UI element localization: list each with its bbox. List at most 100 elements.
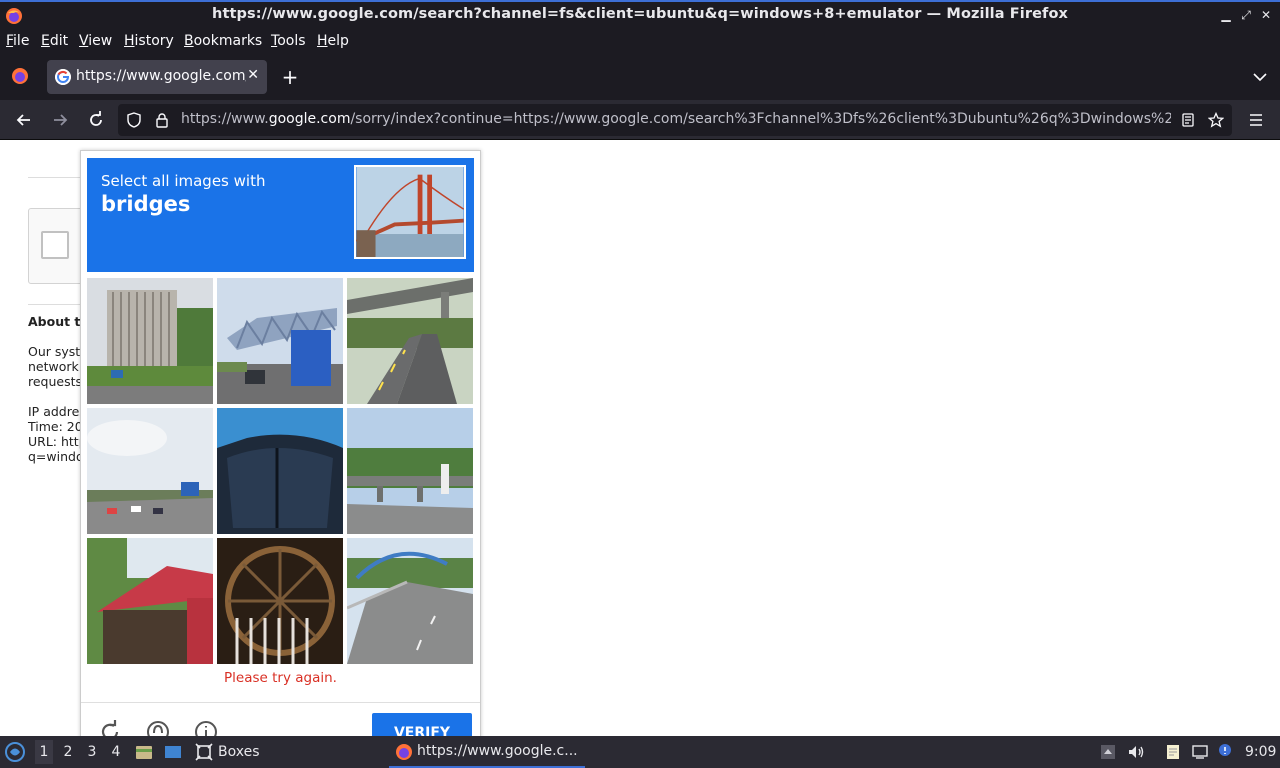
start-menu-icon[interactable] [4,741,26,763]
navigation-bar: https://www.google.com/sorry/index?conti… [0,100,1280,140]
taskbar-firefox-window[interactable]: https://www.google.c... [389,736,585,768]
menu-history[interactable]: History [124,33,174,49]
menu-bookmarks-label: ookmarks [193,33,263,49]
back-arrow-icon[interactable] [14,110,34,130]
minimize-button[interactable]: ▁ [1218,7,1234,23]
audio-challenge-icon[interactable] [145,719,171,736]
window-titlebar: https://www.google.com/search?channel=fs… [0,0,1280,30]
lock-icon[interactable] [154,112,170,128]
recaptcha-checkbox-frame [28,208,88,284]
notes-icon[interactable] [1164,743,1182,761]
workspace-1[interactable]: 1 [35,740,53,764]
error-message: Please try again. [224,670,337,686]
info-icon[interactable] [193,719,219,736]
body-line-1: Our syste [28,344,88,359]
tile-arch-bridge-road[interactable] [347,538,473,664]
tab-label: https://www.google.com/sorry/index?conti… [76,68,246,84]
ip-address-line: IP addres [28,404,86,419]
reload-challenge-icon[interactable] [97,719,123,736]
url-line: URL: http [28,434,87,449]
bookmark-star-icon[interactable] [1208,112,1224,128]
app-menu-hamburger-icon[interactable] [1246,110,1266,130]
body-line-2: network. [28,359,83,374]
menu-help-accel: H [317,33,328,49]
menu-bar: File Edit View History Bookmarks Tools H… [0,30,1280,54]
taskbar: 1 2 3 4 Boxes https://www.google.c... 9:… [0,736,1280,768]
captcha-header: Select all images with bridges [87,158,474,272]
tile-red-roof-building[interactable] [87,538,213,664]
url-prefix: https://www. [181,111,269,127]
tile-highway-overpass[interactable] [347,408,473,534]
url-bar[interactable]: https://www.google.com/sorry/index?conti… [118,104,1232,136]
close-window-button[interactable]: ✕ [1258,7,1274,23]
page-content: About th Our syste network. requests IP … [0,140,1280,736]
captcha-footer: VERIFY [81,702,480,736]
captcha-instruction: Select all images with [101,172,266,190]
menu-history-accel: H [124,33,135,49]
golden-gate-bridge-image [356,167,464,257]
divider [28,304,88,305]
menu-bookmarks[interactable]: Bookmarks [184,33,262,49]
menu-bookmarks-accel: B [184,33,194,49]
tile-wooden-wheel[interactable] [217,538,343,664]
captcha-challenge: Select all images with bridges Please tr… [80,150,481,736]
maximize-button[interactable]: ⤢ [1238,7,1254,23]
menu-help[interactable]: Help [317,33,349,49]
shield-icon[interactable] [126,112,142,128]
list-all-tabs-chevron-icon[interactable] [1252,69,1268,85]
reload-icon[interactable] [86,110,106,130]
menu-view-accel: V [79,33,89,49]
divider [28,177,88,178]
workspace-3[interactable]: 3 [83,744,101,760]
captcha-sample-image [354,165,466,259]
window-title: https://www.google.com/search?channel=fs… [212,6,1068,22]
url-text[interactable]: https://www.google.com/sorry/index?conti… [181,111,1171,127]
time-line: Time: 20 [28,419,83,434]
reader-view-icon[interactable] [1180,112,1196,128]
google-favicon-icon [55,69,71,85]
menu-history-label: istory [134,33,174,49]
captcha-target: bridges [101,192,191,216]
body-line-3: requests [28,374,83,389]
tab-google[interactable]: https://www.google.com/sorry/index?conti… [47,60,267,94]
notification-icon[interactable] [1216,743,1234,761]
network-icon[interactable] [1191,743,1209,761]
taskbar-window-label: https://www.google.c... [417,743,578,759]
workspace-4[interactable]: 4 [107,744,125,760]
tab-close-icon[interactable]: ✕ [247,67,259,83]
forward-arrow-icon[interactable] [50,110,70,130]
file-manager-icon[interactable] [135,743,153,761]
menu-edit[interactable]: Edit [41,33,68,49]
tile-silo-building[interactable] [87,278,213,404]
menu-tools[interactable]: Tools [271,33,306,49]
volume-icon[interactable] [1127,743,1145,761]
tile-overpass-road[interactable] [347,278,473,404]
menu-edit-label: dit [49,33,69,49]
verify-button[interactable]: VERIFY [372,713,472,736]
menu-view-label: iew [88,33,113,49]
tab-strip: https://www.google.com/sorry/index?conti… [0,54,1280,100]
tile-car-window[interactable] [217,408,343,534]
captcha-image-grid [87,278,474,665]
new-tab-button[interactable]: + [280,65,300,89]
firefox-view-icon[interactable] [11,67,29,85]
menu-file-accel: F [6,33,14,49]
menu-file-label: ile [13,33,30,49]
menu-tools-label: ools [277,33,306,49]
desktop-icon[interactable] [164,743,182,761]
boxes-icon[interactable] [195,743,213,761]
menu-view[interactable]: View [79,33,112,49]
tray-up-arrow-icon[interactable] [1099,743,1117,761]
clock: 9:09 [1245,744,1277,760]
menu-edit-accel: E [41,33,50,49]
firefox-icon [396,744,412,760]
url-rest: /sorry/index?continue=https://www.google… [350,111,1171,127]
workspace-2[interactable]: 2 [59,744,77,760]
tile-highway-sky[interactable] [87,408,213,534]
menu-file[interactable]: File [6,33,29,49]
tile-truss-bridge-highway[interactable] [217,278,343,404]
menu-help-label: elp [327,33,349,49]
url-domain: google.com [268,111,351,127]
boxes-label[interactable]: Boxes [218,744,260,760]
recaptcha-checkbox[interactable] [41,231,69,259]
